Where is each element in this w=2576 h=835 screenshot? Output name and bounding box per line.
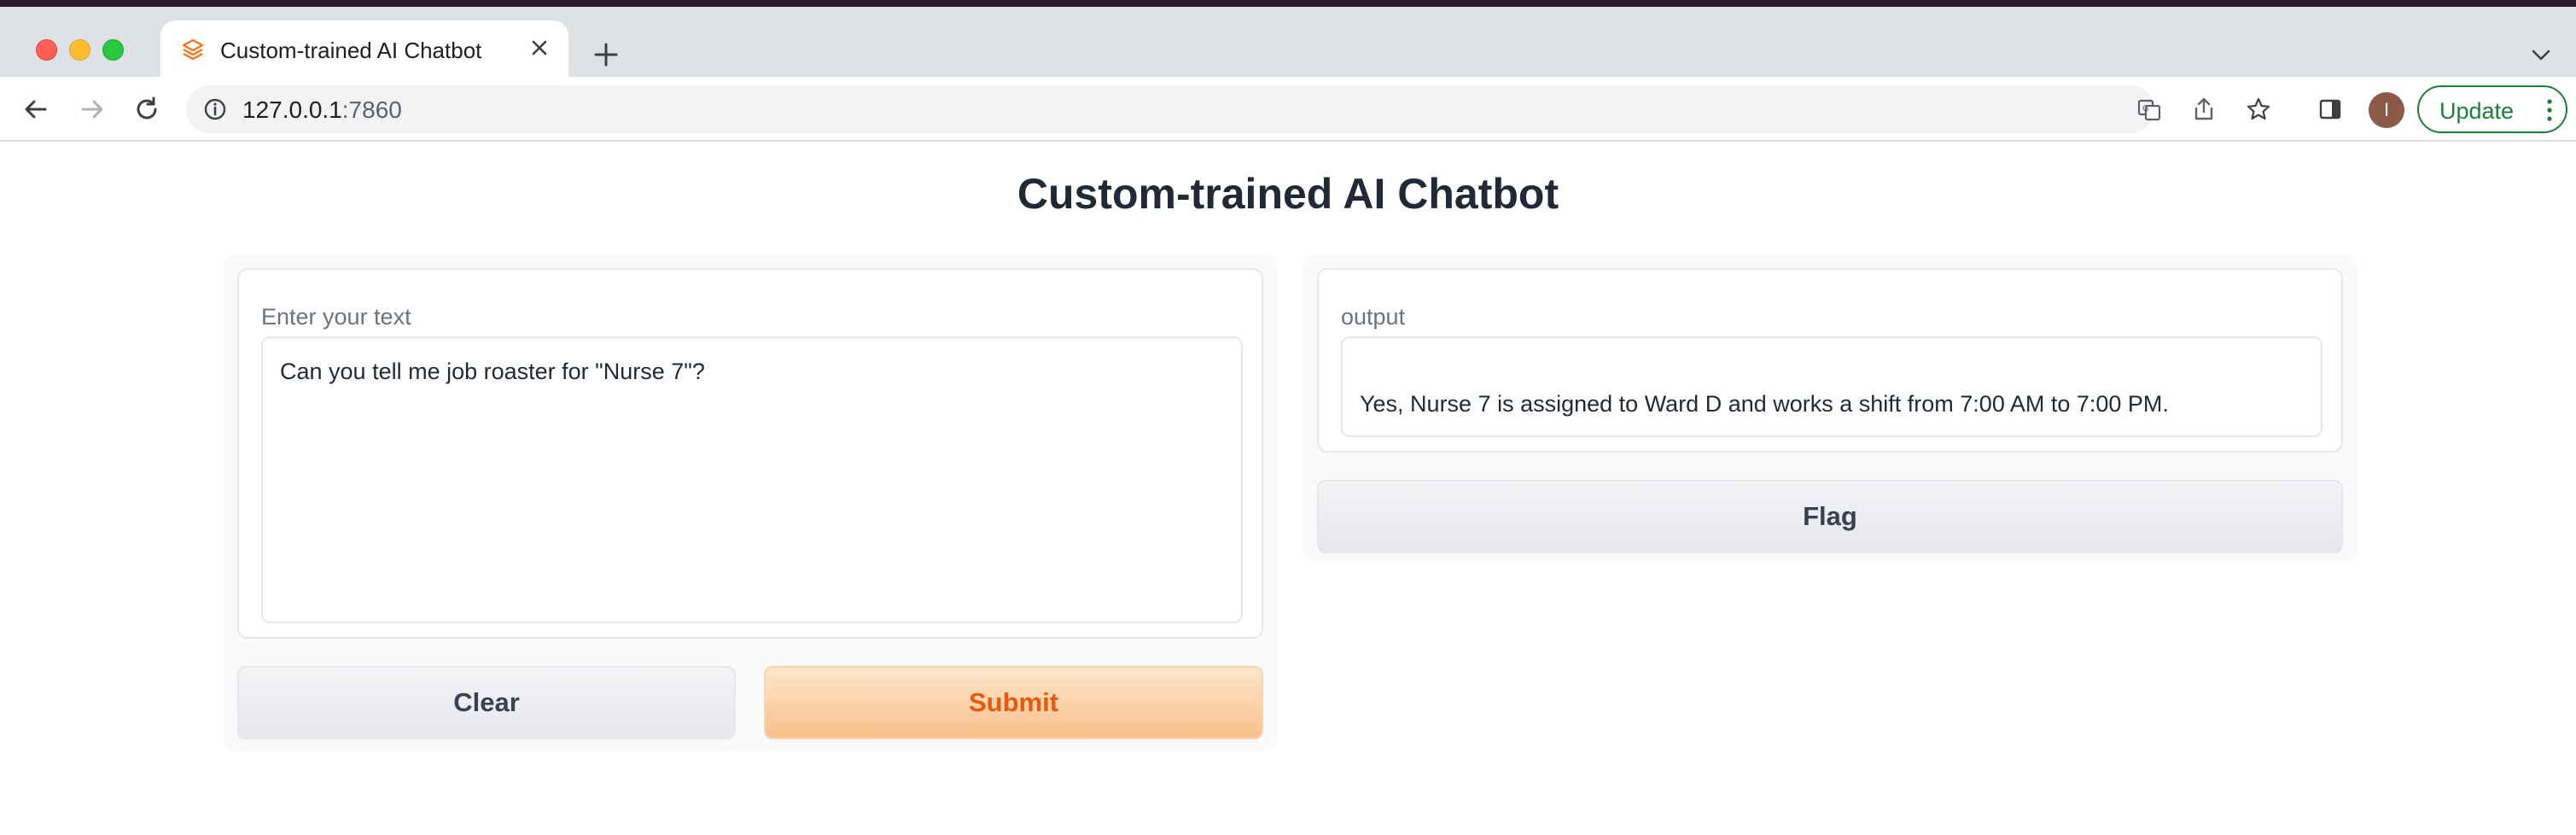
output-column: output Yes, Nurse 7 is assigned to Ward … [1303, 254, 2357, 563]
plus-icon[interactable] [591, 39, 621, 70]
page-title: Custom-trained AI Chatbot [1017, 170, 1559, 218]
avatar[interactable]: I [2369, 92, 2404, 128]
url-host: 127.0.0.1 [242, 96, 342, 123]
input-textarea[interactable]: Can you tell me job roaster for "Nurse 7… [261, 336, 1243, 623]
more-vertical-icon [2547, 99, 2552, 121]
close-window-button[interactable] [36, 39, 57, 61]
sidepanel-icon[interactable] [2313, 92, 2347, 126]
update-button[interactable]: Update [2417, 85, 2567, 133]
translate-icon[interactable]: G [2136, 96, 2163, 123]
reload-icon[interactable] [130, 92, 164, 126]
output-label: output [1341, 304, 1406, 330]
back-icon[interactable] [19, 92, 53, 126]
maximize-window-button[interactable] [102, 39, 124, 61]
clear-button[interactable]: Clear [237, 666, 736, 739]
window-top-strip [0, 0, 2576, 7]
share-icon[interactable] [2190, 96, 2218, 123]
star-icon[interactable] [2245, 96, 2272, 123]
minimize-window-button[interactable] [69, 39, 90, 61]
close-icon[interactable] [526, 34, 553, 61]
svg-text:G: G [2142, 104, 2149, 114]
gradio-favicon-icon [182, 38, 204, 61]
flag-button[interactable]: Flag [1317, 480, 2343, 553]
output-text: Yes, Nurse 7 is assigned to Ward D and w… [1360, 391, 2169, 417]
forward-icon[interactable] [75, 92, 109, 126]
output-block: output Yes, Nurse 7 is assigned to Ward … [1317, 268, 2343, 453]
submit-button[interactable]: Submit [764, 666, 1263, 739]
tab-title: Custom-trained AI Chatbot [220, 38, 482, 63]
input-block: Enter your text Can you tell me job roas… [237, 268, 1263, 639]
input-column: Enter your text Can you tell me job roas… [224, 254, 1277, 751]
update-label: Update [2439, 98, 2515, 124]
input-text: Can you tell me job roaster for "Nurse 7… [280, 359, 705, 384]
input-label: Enter your text [261, 304, 411, 330]
address-bar[interactable]: 127.0.0.1:7860 G [186, 85, 2270, 133]
chevron-down-icon[interactable] [2528, 43, 2554, 68]
url-port: :7860 [341, 96, 402, 123]
output-textbox[interactable]: Yes, Nurse 7 is assigned to Ward D and w… [1341, 336, 2322, 437]
browser-toolbar: 127.0.0.1:7860 G I Update [0, 77, 2576, 142]
tab-active[interactable]: Custom-trained AI Chatbot [160, 20, 568, 84]
url-text: 127.0.0.1:7860 [242, 96, 402, 124]
tab-bar: Custom-trained AI Chatbot [0, 7, 2576, 84]
info-icon[interactable] [201, 96, 229, 123]
